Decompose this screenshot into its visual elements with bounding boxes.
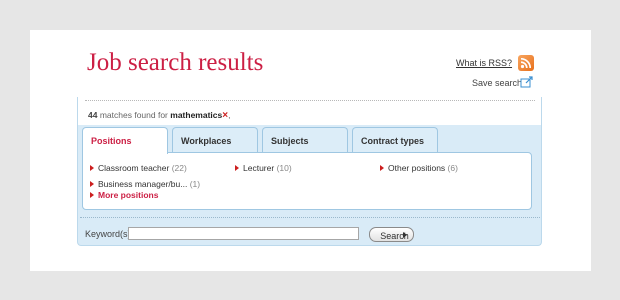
category-other-positions[interactable]: Other positions (6) xyxy=(380,163,458,173)
divider xyxy=(80,217,540,218)
results-text: matches found for xyxy=(99,110,168,120)
results-count: 44 xyxy=(88,110,98,120)
save-search-link[interactable]: Save search xyxy=(472,78,522,88)
what-is-rss-link[interactable]: What is RSS? xyxy=(456,58,512,68)
tab-label: Positions xyxy=(91,136,132,146)
search-button[interactable]: Search xyxy=(369,227,414,242)
tab-contract-types[interactable]: Contract types xyxy=(352,127,438,153)
red-arrow-bullet-icon xyxy=(235,165,239,171)
keyword-input[interactable] xyxy=(128,227,359,240)
play-arrow-icon xyxy=(403,232,407,238)
red-arrow-bullet-icon xyxy=(380,165,384,171)
tab-positions[interactable]: Positions xyxy=(82,127,168,154)
more-positions-link[interactable]: More positions xyxy=(90,190,158,200)
results-trailing: , xyxy=(228,110,231,120)
tab-label: Contract types xyxy=(361,136,425,146)
divider xyxy=(85,100,535,101)
red-arrow-bullet-icon xyxy=(90,165,94,171)
save-search-icon[interactable] xyxy=(520,75,534,89)
category-classroom-teacher[interactable]: Classroom teacher (22) xyxy=(90,163,187,173)
results-card: Job search results What is RSS? Save sea… xyxy=(30,30,591,271)
red-arrow-bullet-icon xyxy=(90,181,94,187)
rss-feed-icon[interactable] xyxy=(518,55,534,71)
keyword-label: Keyword(s) xyxy=(85,229,131,239)
tab-workplaces[interactable]: Workplaces xyxy=(172,127,258,153)
results-summary: 44 matches found for mathematics×, xyxy=(88,110,230,121)
tab-label: Subjects xyxy=(271,136,309,146)
category-lecturer[interactable]: Lecturer (10) xyxy=(235,163,292,173)
category-business-manager[interactable]: Business manager/bu... (1) xyxy=(90,179,200,189)
positions-tab-content: Classroom teacher (22) Lecturer (10) Oth… xyxy=(82,152,532,210)
search-term: mathematics xyxy=(170,110,223,120)
tab-subjects[interactable]: Subjects xyxy=(262,127,348,153)
red-arrow-bullet-icon xyxy=(90,192,94,198)
page-title: Job search results xyxy=(87,49,264,76)
tab-label: Workplaces xyxy=(181,136,232,146)
